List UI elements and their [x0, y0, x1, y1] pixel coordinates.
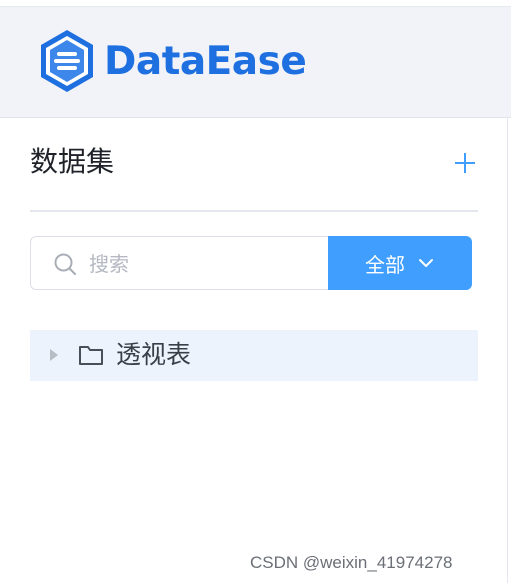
search-icon — [54, 253, 76, 275]
tree-item[interactable]: 透视表 — [30, 330, 478, 381]
search-box[interactable] — [30, 236, 330, 290]
app-header: DataEase — [0, 7, 511, 118]
watermark: CSDN @weixin_41974278 — [250, 553, 453, 572]
caret-right-icon[interactable] — [49, 348, 59, 362]
top-edge — [0, 0, 511, 7]
plus-icon[interactable] — [452, 150, 478, 176]
panel-right-border — [507, 118, 508, 583]
filter-label: 全部 — [365, 252, 405, 277]
folder-icon — [79, 346, 103, 365]
filter-dropdown-button[interactable]: 全部 — [328, 236, 472, 290]
panel-title: 数据集 — [30, 145, 115, 178]
title-divider — [30, 210, 478, 212]
dataset-panel-page: DataEase 数据集 全部 透视表 CSDN @weixin_4197427… — [0, 0, 511, 583]
dataease-logo-icon — [41, 30, 93, 92]
tree-item-label: 透视表 — [116, 340, 192, 369]
brand-name: DataEase — [104, 39, 307, 84]
chevron-down-icon — [419, 259, 433, 267]
search-input[interactable] — [89, 247, 319, 281]
